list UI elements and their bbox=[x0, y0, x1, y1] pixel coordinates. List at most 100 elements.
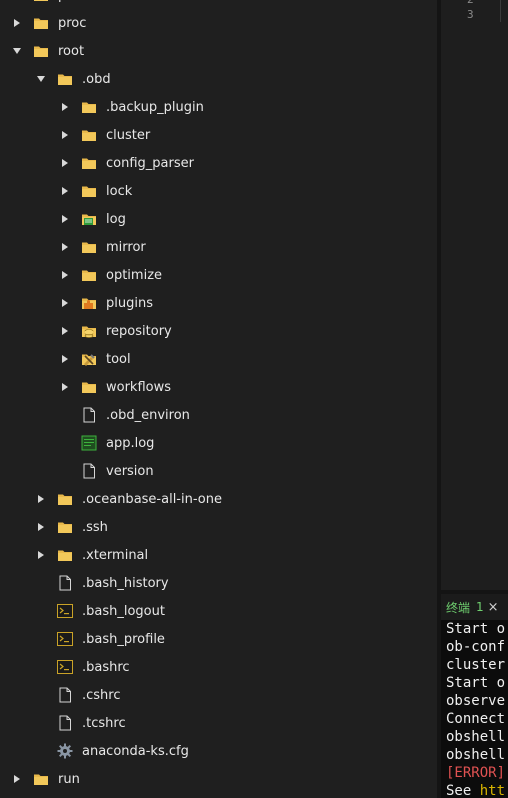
file-icon bbox=[56, 574, 74, 592]
file-icon bbox=[80, 406, 98, 424]
chevron-right-icon[interactable] bbox=[36, 550, 46, 560]
chevron-right-icon[interactable] bbox=[60, 214, 70, 224]
terminal-line: observe bbox=[446, 693, 506, 709]
file-tree: p proc root .obd .backup_plugincluster config… bbox=[0, 0, 437, 798]
chevron-right-icon[interactable] bbox=[60, 102, 70, 112]
tree-item-label: .cshrc bbox=[82, 687, 121, 703]
tree-item[interactable]: plugins bbox=[0, 289, 437, 317]
chevron-right-icon[interactable] bbox=[60, 130, 70, 140]
folder-icon bbox=[32, 0, 50, 4]
chevron-down-icon[interactable] bbox=[36, 74, 46, 84]
line-number: 3 bbox=[467, 8, 474, 21]
tree-item-label: tool bbox=[106, 351, 131, 367]
tree-item[interactable]: lock bbox=[0, 177, 437, 205]
chevron-right-icon[interactable] bbox=[60, 186, 70, 196]
tree-item[interactable]: anaconda-ks.cfg bbox=[0, 737, 437, 765]
tree-item[interactable]: root bbox=[0, 37, 437, 65]
tree-item[interactable]: .cshrc bbox=[0, 681, 437, 709]
tree-item-label: run bbox=[58, 771, 80, 787]
tree-item[interactable]: version bbox=[0, 457, 437, 485]
tree-item[interactable]: .obd_environ bbox=[0, 401, 437, 429]
tree-item[interactable]: workflows bbox=[0, 373, 437, 401]
chevron-right-icon[interactable] bbox=[60, 298, 70, 308]
tree-item[interactable]: proc bbox=[0, 9, 437, 37]
chevron-right-icon[interactable] bbox=[36, 494, 46, 504]
tree-item-label: log bbox=[106, 211, 126, 227]
tree-item[interactable]: cluster bbox=[0, 121, 437, 149]
tree-item[interactable]: log bbox=[0, 205, 437, 233]
tree-item-label: optimize bbox=[106, 267, 163, 283]
terminal-line: [ERROR] bbox=[446, 765, 506, 781]
chevron-right-icon[interactable] bbox=[36, 522, 46, 532]
tree-item[interactable]: .xterminal bbox=[0, 541, 437, 569]
chevron-down-icon[interactable] bbox=[12, 46, 22, 56]
folder-icon bbox=[80, 126, 98, 144]
folder-icon bbox=[56, 518, 74, 536]
folder-icon bbox=[32, 770, 50, 788]
tree-item-label: .bash_logout bbox=[82, 603, 165, 619]
folder-icon bbox=[80, 182, 98, 200]
tree-item-label: .oceanbase-all-in-one bbox=[82, 491, 222, 507]
tree-item-label: config_parser bbox=[106, 155, 194, 171]
tree-item[interactable]: .bash_history bbox=[0, 569, 437, 597]
tree-item-label: .bash_history bbox=[82, 575, 169, 591]
tree-item[interactable]: .obd bbox=[0, 65, 437, 93]
terminal-link[interactable]: htt bbox=[480, 783, 505, 798]
tree-item[interactable]: config_parser bbox=[0, 149, 437, 177]
tree-item-label: version bbox=[106, 463, 154, 479]
terminal-tab[interactable]: 终端 bbox=[446, 599, 470, 616]
editor-pane[interactable]: 2 3 bbox=[441, 0, 508, 590]
tree-item[interactable]: .tcshrc bbox=[0, 709, 437, 737]
tree-item[interactable]: .bashrc bbox=[0, 653, 437, 681]
folder-icon bbox=[32, 14, 50, 32]
tree-item-label: anaconda-ks.cfg bbox=[82, 743, 189, 759]
tree-item-label: root bbox=[58, 43, 85, 59]
tree-item[interactable]: .oceanbase-all-in-one bbox=[0, 485, 437, 513]
tree-item[interactable]: run bbox=[0, 765, 437, 793]
tree-item[interactable]: .bash_logout bbox=[0, 597, 437, 625]
close-icon[interactable]: × bbox=[488, 600, 499, 615]
chevron-right-icon[interactable] bbox=[12, 18, 22, 28]
chevron-right-icon[interactable] bbox=[60, 242, 70, 252]
tree-item[interactable]: repository bbox=[0, 317, 437, 345]
folder-icon bbox=[80, 266, 98, 284]
tree-item[interactable]: .bash_profile bbox=[0, 625, 437, 653]
tree-item-label: app.log bbox=[106, 435, 155, 451]
terminal-file-icon bbox=[56, 630, 74, 648]
chevron-right-icon[interactable] bbox=[12, 774, 22, 784]
tree-item[interactable]: p bbox=[0, 0, 437, 9]
tree-item-label: .xterminal bbox=[82, 547, 149, 563]
tree-item-label: plugins bbox=[106, 295, 153, 311]
chevron-right-icon[interactable] bbox=[60, 270, 70, 280]
chevron-right-icon[interactable] bbox=[60, 158, 70, 168]
tree-item[interactable]: tool bbox=[0, 345, 437, 373]
terminal-file-icon bbox=[56, 602, 74, 620]
terminal-tab-bar: 终端 1 × bbox=[441, 594, 508, 620]
tree-item-label: lock bbox=[106, 183, 133, 199]
tree-item[interactable]: app.log bbox=[0, 429, 437, 457]
tree-item[interactable]: optimize bbox=[0, 261, 437, 289]
folder-icon bbox=[80, 98, 98, 116]
tree-item-label: workflows bbox=[106, 379, 172, 395]
chevron-right-icon[interactable] bbox=[60, 354, 70, 364]
chevron-right-icon[interactable] bbox=[60, 382, 70, 392]
gear-icon bbox=[56, 742, 74, 760]
tree-item[interactable]: .ssh bbox=[0, 513, 437, 541]
tree-item-label: p bbox=[58, 0, 66, 3]
terminal-panel[interactable]: 终端 1 × Start o ob-conf cluster Start o obser… bbox=[441, 594, 508, 798]
folder-icon bbox=[32, 42, 50, 60]
chevron-right-icon[interactable] bbox=[60, 326, 70, 336]
tree-item[interactable]: mirror bbox=[0, 233, 437, 261]
terminal-tab-number: 1 bbox=[476, 600, 484, 614]
tree-item[interactable]: .backup_plugin bbox=[0, 93, 437, 121]
tree-item-label: .tcshrc bbox=[82, 715, 126, 731]
indent-guide bbox=[500, 0, 501, 22]
file-icon bbox=[56, 714, 74, 732]
